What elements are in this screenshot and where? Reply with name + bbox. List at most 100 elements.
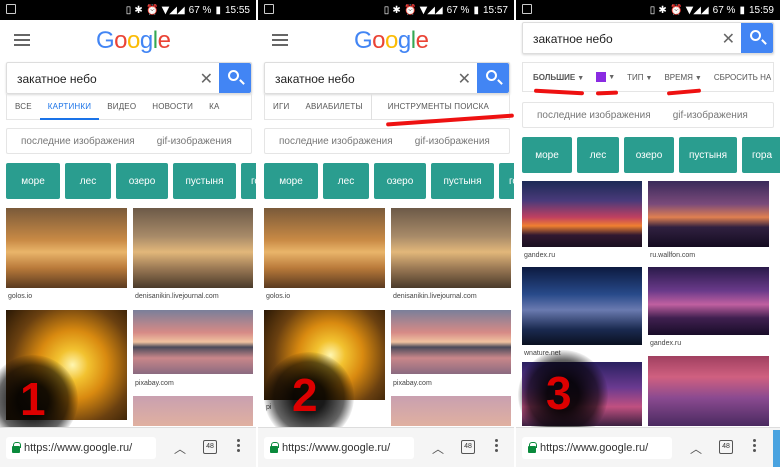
image-source[interactable]: golos.io	[8, 293, 32, 300]
search-tools-filters: БОЛЬШИЕ ▼ ▼ ТИП ▼ ВРЕМЯ ▼ СБРОСИТЬ НА	[522, 62, 774, 92]
google-logo[interactable]: Google	[96, 27, 171, 55]
related-chips: море лес озеро пустыня гора	[264, 163, 514, 199]
chip-desert[interactable]: пустыня	[431, 163, 494, 199]
hamburger-menu-icon[interactable]	[14, 34, 30, 46]
result-image-partial[interactable]	[133, 396, 253, 426]
tab-video[interactable]: ВИДЕО	[99, 94, 144, 120]
tab-switcher-icon[interactable]: 48	[203, 440, 217, 454]
result-image-partial[interactable]	[648, 356, 769, 426]
search-input[interactable]: закатное небо	[275, 72, 355, 86]
battery-level: 67 %	[712, 4, 736, 16]
filter-time[interactable]: ВРЕМЯ ▼	[664, 73, 701, 82]
chip-lake[interactable]: озеро	[624, 137, 674, 173]
tab-images[interactable]: КАРТИНКИ	[39, 94, 100, 120]
result-image-sky[interactable]	[133, 208, 253, 288]
tab-more[interactable]: КА	[201, 94, 227, 120]
step-number: 3	[546, 367, 572, 419]
image-source[interactable]: denisanikin.livejournal.com	[135, 293, 219, 300]
chevron-up-icon[interactable]: ︿	[432, 440, 444, 457]
result-image-lake-reflection[interactable]	[133, 310, 253, 374]
google-logo[interactable]: Google	[354, 27, 429, 55]
result-image-blue-clouds[interactable]	[522, 267, 642, 345]
lock-icon	[12, 441, 21, 453]
lock-icon	[270, 441, 279, 453]
browser-bottom-bar: https://www.google.ru/ ︿ 48	[0, 427, 256, 467]
status-icons: ▯ ✱ ⏰ ▼◢◢	[649, 4, 709, 16]
image-source[interactable]: ru.wallfon.com	[650, 252, 695, 259]
tab-games-partial[interactable]: ИГИ	[265, 94, 297, 120]
result-image-lake-reflection[interactable]	[391, 310, 511, 374]
address-bar[interactable]: https://www.google.ru/	[264, 437, 414, 459]
chip-lake[interactable]: озеро	[374, 163, 426, 199]
hamburger-menu-icon[interactable]	[272, 34, 288, 46]
tab-news[interactable]: НОВОСТИ	[144, 94, 201, 120]
chevron-up-icon[interactable]: ︿	[690, 440, 702, 457]
search-icon	[750, 30, 761, 41]
more-menu-icon[interactable]	[495, 439, 498, 454]
search-button[interactable]	[741, 23, 773, 53]
search-box[interactable]: закатное небо ✕	[522, 22, 774, 54]
clear-icon[interactable]: ✕	[200, 69, 213, 89]
chip-sea[interactable]: море	[522, 137, 572, 173]
result-image-sunset-clouds[interactable]	[6, 208, 127, 288]
suggestion-recent[interactable]: последние изображения	[279, 136, 393, 147]
tab-switcher-icon[interactable]: 48	[719, 440, 733, 454]
search-box[interactable]: закатное небо ✕	[6, 62, 252, 94]
chip-lake[interactable]: озеро	[116, 163, 168, 199]
image-source[interactable]: denisanikin.livejournal.com	[393, 293, 477, 300]
chip-desert[interactable]: пустыня	[173, 163, 236, 199]
phone-panel-2: ▯ ✱ ⏰ ▼◢◢ 67 % ▮ 15:57 Google закатное н…	[258, 0, 514, 467]
image-source[interactable]: gandex.ru	[650, 340, 681, 347]
suggestion-recent[interactable]: последние изображения	[537, 110, 651, 121]
chip-desert[interactable]: пустыня	[679, 137, 737, 173]
filter-size[interactable]: БОЛЬШИЕ ▼	[533, 73, 584, 82]
chip-forest[interactable]: лес	[323, 163, 369, 199]
address-bar[interactable]: https://www.google.ru/	[522, 437, 672, 459]
more-menu-icon[interactable]	[237, 439, 240, 454]
url-text: https://www.google.ru/	[24, 442, 133, 454]
suggestion-gif[interactable]: gif-изображения	[673, 110, 748, 121]
clear-icon[interactable]: ✕	[458, 69, 471, 89]
result-image-mountain-dusk[interactable]	[648, 181, 769, 247]
result-image-purple-sunset[interactable]	[522, 181, 642, 247]
search-button[interactable]	[219, 63, 251, 93]
result-image-sky[interactable]	[391, 208, 511, 288]
image-source[interactable]: pixabay.com	[393, 380, 432, 387]
filter-type[interactable]: ТИП ▼	[627, 73, 652, 82]
image-source[interactable]: pixabay.com	[135, 380, 174, 387]
chevron-up-icon[interactable]: ︿	[174, 440, 186, 457]
chip-sea[interactable]: море	[264, 163, 318, 199]
suggestion-gif[interactable]: gif-изображения	[157, 136, 232, 147]
suggestion-row: последние изображения gif-изображения	[6, 128, 252, 154]
result-image-sunset-clouds[interactable]	[264, 208, 385, 288]
tab-switcher-icon[interactable]: 48	[461, 440, 475, 454]
filter-reset[interactable]: СБРОСИТЬ НА	[714, 73, 771, 82]
more-menu-icon[interactable]	[753, 439, 756, 454]
suggestion-gif[interactable]: gif-изображения	[415, 136, 490, 147]
address-bar[interactable]: https://www.google.ru/	[6, 437, 156, 459]
notification-icon	[264, 4, 274, 14]
chip-forest[interactable]: лес	[577, 137, 619, 173]
chip-forest[interactable]: лес	[65, 163, 111, 199]
chip-mountain[interactable]: гора	[499, 163, 514, 199]
search-input[interactable]: закатное небо	[533, 32, 613, 46]
tab-flights[interactable]: АВИАБИЛЕТЫ	[297, 94, 370, 120]
result-image-violet-sky[interactable]	[648, 267, 769, 335]
filter-color[interactable]: ▼	[596, 72, 615, 82]
search-box[interactable]: закатное небо ✕	[264, 62, 510, 94]
search-icon	[486, 70, 497, 81]
image-source[interactable]: gandex.ru	[524, 252, 555, 259]
image-source[interactable]: golos.io	[266, 293, 290, 300]
chip-sea[interactable]: море	[6, 163, 60, 199]
clock: 15:55	[224, 4, 250, 16]
clear-icon[interactable]: ✕	[722, 29, 735, 49]
suggestion-recent[interactable]: последние изображения	[21, 136, 135, 147]
chip-mountain[interactable]: гора	[742, 137, 780, 173]
search-button[interactable]	[477, 63, 509, 93]
tab-all[interactable]: ВСЕ	[7, 94, 40, 120]
related-chips: море лес озеро пустыня гора	[6, 163, 256, 199]
result-image-partial[interactable]	[391, 396, 511, 426]
search-input[interactable]: закатное небо	[17, 72, 97, 86]
chip-mountain[interactable]: гора	[241, 163, 256, 199]
browser-bottom-bar: https://www.google.ru/ ︿ 48	[516, 427, 780, 467]
